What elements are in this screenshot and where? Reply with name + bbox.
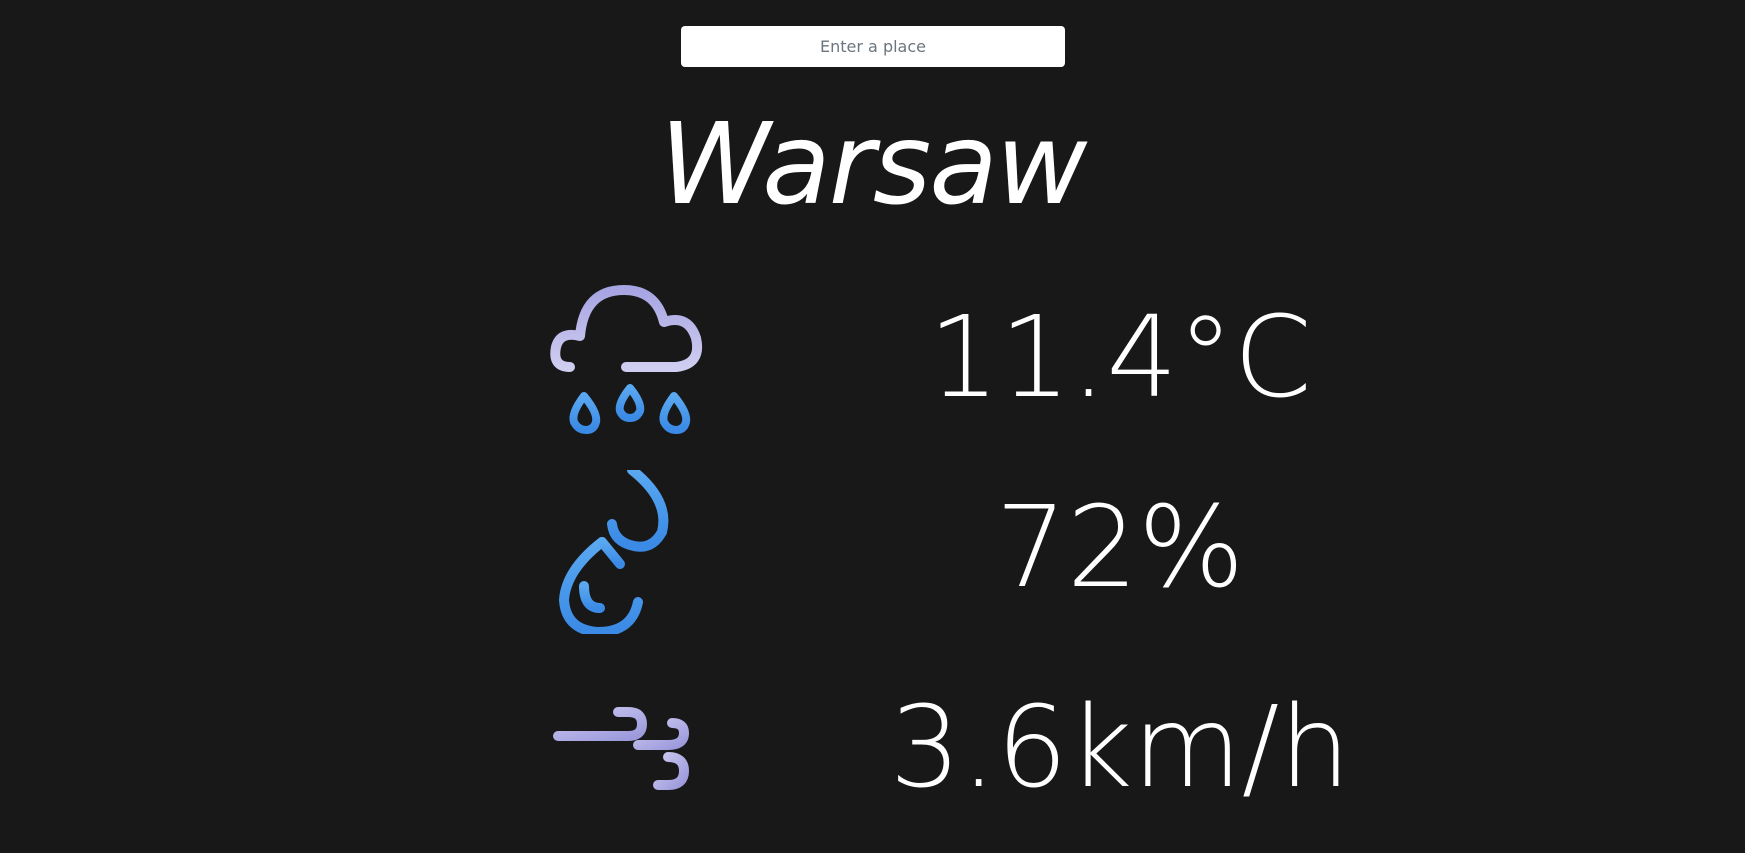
city-name: Warsaw: [659, 100, 1088, 230]
temperature-row: 11.4°C: [0, 280, 1745, 450]
wind-icon: [553, 707, 689, 803]
humidity-value: 72%: [995, 483, 1245, 613]
humidity-drops-icon: [559, 470, 669, 634]
wind-speed-value: 3.6km/h: [889, 683, 1351, 813]
humidity-row: 72%: [0, 470, 1745, 640]
wind-row: 3.6km/h: [0, 680, 1745, 850]
rain-cloud-icon: [550, 285, 702, 434]
temperature-value: 11.4°C: [928, 293, 1312, 423]
weather-app: Warsaw 11.4°C: [0, 0, 1745, 853]
search-input[interactable]: [681, 26, 1065, 67]
